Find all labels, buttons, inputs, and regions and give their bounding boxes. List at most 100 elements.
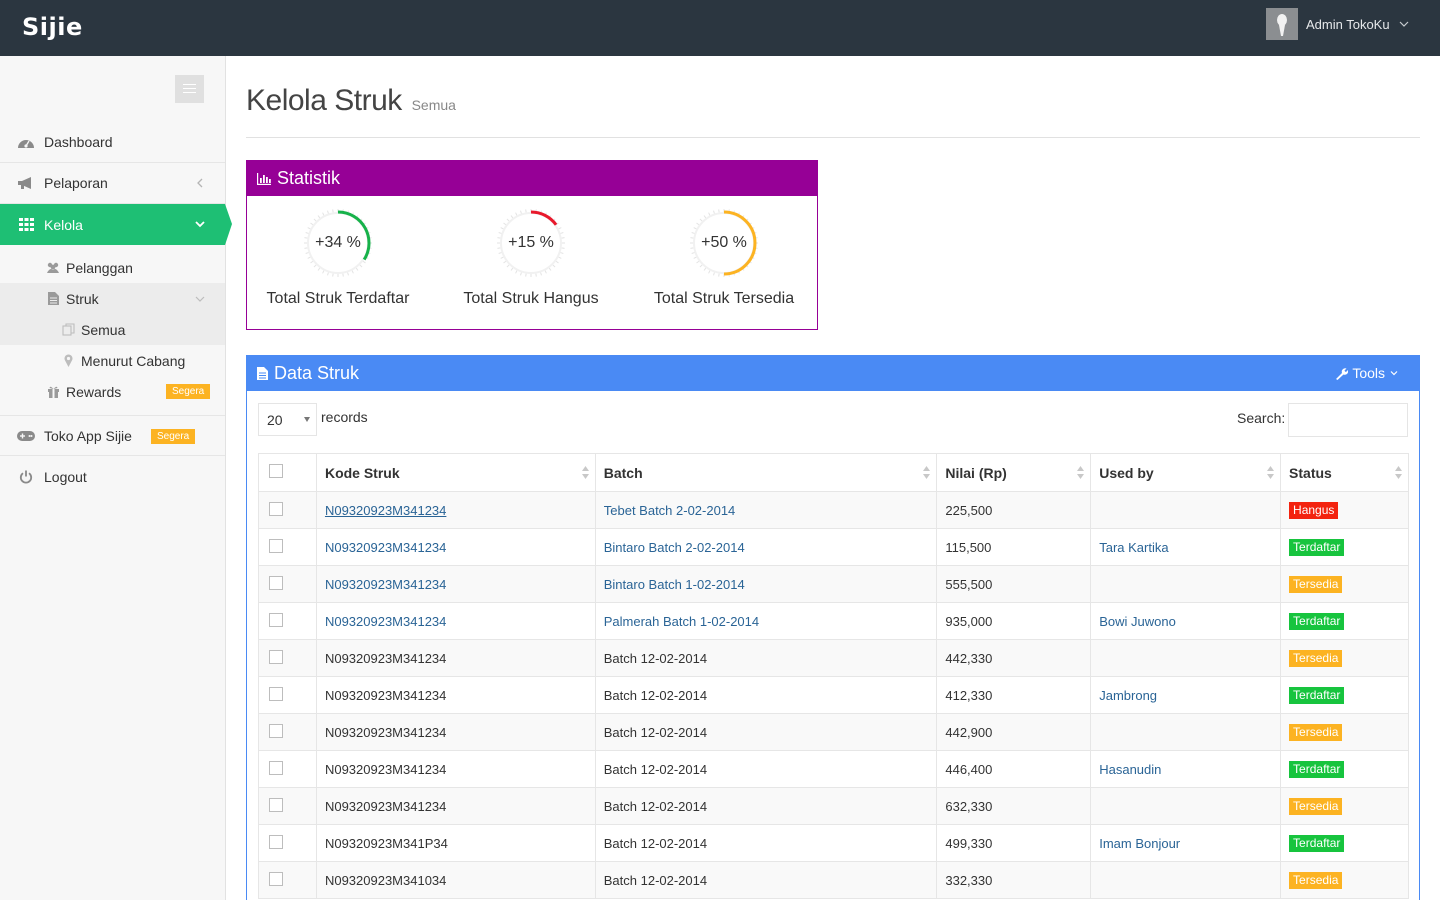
- row-checkbox[interactable]: [269, 538, 283, 553]
- nilai-cell: 442,330: [936, 639, 1092, 677]
- grid-icon: [17, 216, 35, 234]
- nilai-value: 412,330: [945, 687, 993, 703]
- nilai-cell: 499,330: [936, 824, 1092, 862]
- caret-down-icon: [304, 417, 310, 422]
- batch-link[interactable]: Palmerah Batch 1-02-2014: [604, 614, 759, 629]
- row-checkbox[interactable]: [269, 723, 283, 738]
- row-checkbox[interactable]: [269, 871, 283, 886]
- used-by-cell: Hasanudin: [1090, 750, 1282, 788]
- chevron-left-icon: [197, 178, 203, 188]
- used-by-cell: [1090, 787, 1282, 825]
- kode-struk-text: N09320923M341034: [324, 872, 447, 888]
- row-checkbox[interactable]: [269, 797, 283, 812]
- gauge-label: Total Struk Hangus: [463, 290, 599, 307]
- user-menu[interactable]: Admin TokoKu: [1266, 8, 1409, 40]
- used-by-cell: [1090, 491, 1282, 529]
- row-checkbox[interactable]: [269, 501, 283, 516]
- dashboard-icon: [17, 133, 35, 151]
- nilai-cell: 412,330: [936, 676, 1092, 714]
- column-header-kode-struk[interactable]: Kode Struk: [315, 453, 596, 492]
- app-logo[interactable]: Sijie: [22, 13, 83, 41]
- status-cell: Terdaftar: [1280, 824, 1409, 862]
- bullhorn-icon: [17, 174, 35, 192]
- status-badge: Tersedia: [1289, 649, 1343, 667]
- nilai-cell: 442,900: [936, 713, 1092, 751]
- row-checkbox[interactable]: [269, 575, 283, 590]
- page-length-select[interactable]: 20: [258, 403, 317, 436]
- gauge-value: +34 %: [315, 234, 361, 251]
- used-by-link[interactable]: Hasanudin: [1099, 762, 1161, 777]
- gauge-tersedia: +50 %: [689, 208, 759, 278]
- batch-link[interactable]: Bintaro Batch 2-02-2014: [604, 540, 745, 555]
- batch-link[interactable]: Bintaro Batch 1-02-2014: [604, 577, 745, 592]
- kode-struk-link[interactable]: N09320923M341234: [325, 577, 446, 592]
- search-input[interactable]: [1288, 403, 1408, 437]
- sidebar-item-label: Toko App Sijie: [44, 427, 132, 444]
- row-checkbox[interactable]: [269, 760, 283, 775]
- table-header-row: Kode Struk Batch Nilai (Rp) Used by Stat…: [258, 453, 1409, 492]
- status-cell: Terdaftar: [1280, 528, 1409, 566]
- row-select-cell: [258, 713, 317, 751]
- sidebar-item-kelola[interactable]: Kelola: [0, 204, 232, 245]
- nilai-value: 442,900: [945, 724, 993, 740]
- used-by-cell: [1090, 639, 1282, 677]
- row-select-cell: [258, 491, 317, 529]
- statistik-panel: Statistik +34 % Total Struk Terdaftar +1…: [246, 160, 818, 330]
- used-by-cell: [1090, 713, 1282, 751]
- used-by-link[interactable]: Tara Kartika: [1099, 540, 1168, 555]
- status-cell: Terdaftar: [1280, 750, 1409, 788]
- sidebar-item-label: Logout: [44, 468, 87, 485]
- select-all-checkbox[interactable]: [269, 464, 283, 478]
- status-badge: Terdaftar: [1289, 834, 1345, 852]
- sidebar-toggle-button[interactable]: [175, 75, 204, 103]
- user-name: Admin TokoKu: [1306, 16, 1390, 32]
- sidebar-sub-item-semua[interactable]: Semua: [0, 314, 225, 345]
- kode-struk-link[interactable]: N09320923M341234: [325, 503, 446, 518]
- batch-link[interactable]: Tebet Batch 2-02-2014: [604, 503, 736, 518]
- sidebar-item-dashboard[interactable]: Dashboard: [0, 122, 225, 163]
- row-select-cell: [258, 528, 317, 566]
- used-by-link[interactable]: Imam Bonjour: [1099, 836, 1180, 851]
- sidebar-item-logout[interactable]: Logout: [0, 456, 225, 497]
- kode-struk-link[interactable]: N09320923M341234: [325, 614, 446, 629]
- column-header-batch[interactable]: Batch: [594, 453, 938, 492]
- column-header-used-by[interactable]: Used by: [1090, 453, 1282, 492]
- row-checkbox[interactable]: [269, 649, 283, 664]
- sidebar-sub-item-rewards[interactable]: Rewards Segera: [0, 376, 225, 407]
- row-select-cell: [258, 750, 317, 788]
- row-select-cell: [258, 565, 317, 603]
- page-title-text: Kelola Struk: [246, 84, 402, 117]
- row-checkbox[interactable]: [269, 834, 283, 849]
- status-badge: Terdaftar: [1289, 612, 1345, 630]
- nilai-value: 442,330: [945, 650, 993, 666]
- sidebar-sub-item-struk[interactable]: Struk: [0, 283, 225, 314]
- kode-struk-cell: N09320923M341234: [315, 676, 596, 714]
- sidebar-item-pelaporan[interactable]: Pelaporan: [0, 163, 225, 204]
- chevron-down-icon: [195, 221, 205, 228]
- table-row: N09320923M341P34 Batch 12-02-2014 499,330 I…: [258, 824, 1409, 862]
- status-cell: Hangus: [1280, 491, 1409, 529]
- used-by-link[interactable]: Bowi Juwono: [1099, 614, 1176, 629]
- used-by-cell: Bowi Juwono: [1090, 602, 1282, 640]
- batch-cell: Batch 12-02-2014: [594, 750, 938, 788]
- table-row: N09320923M341234 Bintaro Batch 1-02-2014 5…: [258, 565, 1409, 603]
- row-select-cell: [258, 676, 317, 714]
- nilai-value: 115,500: [945, 539, 992, 555]
- row-checkbox[interactable]: [269, 612, 283, 627]
- gauge-value: +50 %: [701, 234, 747, 251]
- column-header-status[interactable]: Status: [1280, 453, 1409, 492]
- column-header-nilai[interactable]: Nilai (Rp): [936, 453, 1092, 492]
- sidebar-item-toko-app-sijie[interactable]: Toko App Sijie Segera: [0, 415, 225, 456]
- sidebar-sub-item-pelanggan[interactable]: Pelanggan: [0, 252, 225, 283]
- table-row: N09320923M341234 Palmerah Batch 1-02-2014…: [258, 602, 1409, 640]
- batch-text: Batch 12-02-2014: [603, 650, 708, 666]
- kode-struk-text: N09320923M341234: [324, 761, 447, 777]
- sidebar-sub-item-menurut-cabang[interactable]: Menurut Cabang: [0, 345, 225, 376]
- kode-struk-cell: N09320923M341234: [315, 602, 596, 640]
- tools-dropdown[interactable]: Tools: [1335, 365, 1399, 381]
- row-checkbox[interactable]: [269, 686, 283, 701]
- data-struk-title: Data Struk: [274, 363, 360, 383]
- kode-struk-link[interactable]: N09320923M341234: [325, 540, 446, 555]
- used-by-link[interactable]: Jambrong: [1099, 688, 1157, 703]
- status-cell: Tersedia: [1280, 713, 1409, 751]
